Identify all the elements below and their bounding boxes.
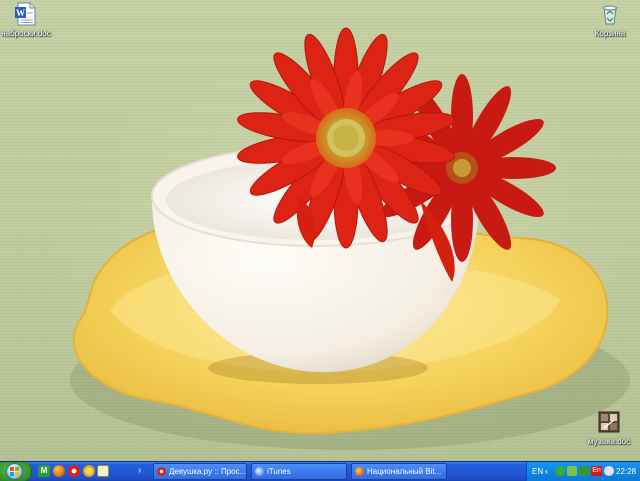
task-button[interactable]: iTunes: [251, 463, 347, 480]
antivirus-icon[interactable]: [567, 466, 577, 476]
desktop-icon-music-document[interactable]: музыка.doc: [577, 409, 640, 447]
qip-icon[interactable]: [83, 465, 95, 477]
desktop-icon-label: Корзина: [594, 29, 626, 38]
firefox-icon: [355, 467, 364, 476]
mail-icon[interactable]: M: [38, 465, 50, 477]
tray-expand-arrow[interactable]: ‹: [545, 462, 548, 481]
svg-text:W: W: [16, 8, 25, 18]
word-document-icon: W: [13, 1, 39, 27]
notepad-icon[interactable]: [97, 465, 109, 477]
recycle-bin-icon: [597, 1, 623, 27]
keyboard-layout-badge[interactable]: En: [591, 466, 602, 476]
desktop: W наброски.doc Корзина музыка.doc: [0, 0, 640, 461]
opera-icon[interactable]: [68, 465, 80, 477]
firefox-icon[interactable]: [53, 465, 65, 477]
itunes-icon: [255, 467, 264, 476]
music-document-icon: [596, 409, 622, 435]
mail-tray-icon[interactable]: [579, 466, 589, 476]
task-label: Девушка.ру :: Прос...: [169, 467, 247, 476]
task-button[interactable]: Национальный Bit...: [351, 463, 447, 480]
clock[interactable]: 22:28: [616, 462, 636, 481]
system-tray: EN ‹ En 22:28: [526, 462, 640, 481]
task-button[interactable]: Девушка.ру :: Прос...: [153, 463, 247, 480]
desktop-icon-label: музыка.doc: [587, 437, 631, 446]
quick-launch-overflow[interactable]: ›: [138, 465, 141, 477]
desktop-icon-label: наброски.doc: [1, 29, 51, 38]
network-icon[interactable]: [555, 466, 565, 476]
desktop-icon-document[interactable]: W наброски.doc: [0, 1, 58, 39]
windows-flag-icon: [10, 467, 19, 476]
volume-icon[interactable]: [604, 466, 614, 476]
language-indicator[interactable]: EN: [532, 462, 543, 481]
start-button[interactable]: [0, 462, 32, 481]
wallpaper-image: [70, 27, 630, 450]
task-label: iTunes: [267, 467, 291, 476]
desktop-icon-recycle-bin[interactable]: Корзина: [578, 1, 640, 39]
opera-icon: [157, 467, 166, 476]
taskbar: M › Девушка.ру :: Прос... iTunes Национа…: [0, 461, 640, 481]
task-label: Национальный Bit...: [367, 467, 442, 476]
